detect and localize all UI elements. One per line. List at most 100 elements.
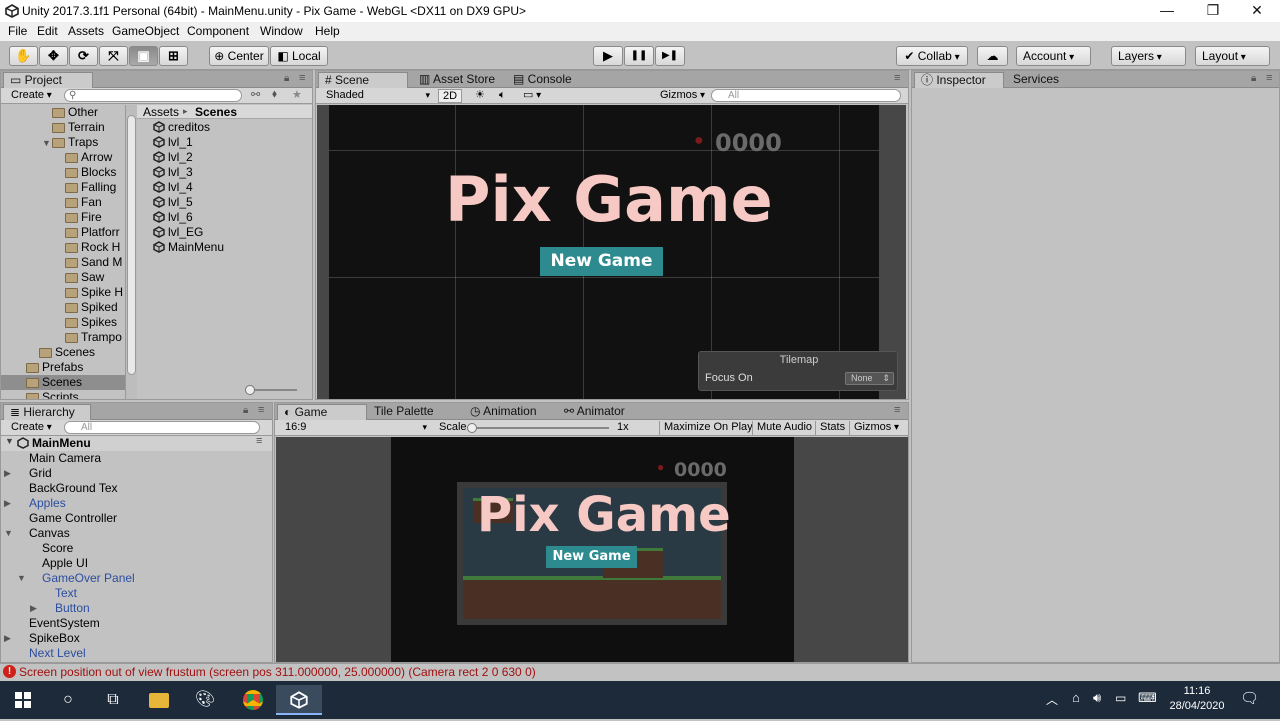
favorite-star-icon[interactable]: ★ — [292, 88, 302, 101]
hierarchy-item[interactable]: ▶ Grid — [4, 466, 52, 481]
panel-menu-icon[interactable]: ≡ — [1266, 72, 1272, 84]
hierarchy-item[interactable]: Score — [30, 541, 73, 556]
scene-menu-icon[interactable]: ≡ — [256, 435, 262, 447]
project-folder-item[interactable]: Saw — [1, 270, 125, 285]
stats-toggle[interactable]: Stats — [815, 421, 849, 435]
battery-icon[interactable]: ▭ — [1115, 691, 1126, 705]
tab-game[interactable]: ◐ Game — [277, 404, 367, 420]
new-game-button[interactable]: New Game — [546, 546, 637, 568]
expand-arrow-icon[interactable]: ▼ — [4, 526, 14, 541]
lock-icon[interactable]: 🔒︎ — [243, 405, 248, 416]
collab-dropdown[interactable]: ✔ Collab — [896, 46, 968, 66]
project-folder-item[interactable]: Scenes — [1, 345, 125, 360]
menu-window[interactable]: Window — [260, 24, 303, 38]
menu-gameobject[interactable]: GameObject — [112, 24, 179, 38]
network-icon[interactable]: ⌂ — [1072, 690, 1080, 705]
layout-dropdown[interactable]: Layout — [1195, 46, 1270, 66]
cloud-icon[interactable]: ☁ — [977, 46, 1008, 66]
scene-file-item[interactable]: lvl_4 — [153, 180, 193, 195]
filter-label-icon[interactable]: ⬧ — [272, 88, 277, 101]
pivot-local-button[interactable]: ◧ Local — [270, 46, 328, 66]
file-explorer-icon[interactable] — [136, 685, 182, 715]
project-folder-item[interactable]: Sand M — [1, 255, 125, 270]
clock[interactable]: 11:16 28/04/2020 — [1164, 684, 1230, 714]
project-folder-item[interactable]: Falling — [1, 180, 125, 195]
unity-taskbar-icon[interactable] — [276, 685, 322, 715]
project-folder-item[interactable]: Prefabs — [1, 360, 125, 375]
notifications-icon[interactable]: 🗨︎ — [1240, 689, 1259, 707]
scene-header-row[interactable]: ▼ MainMenu ≡ — [1, 435, 272, 451]
status-bar[interactable]: ! Screen position out of view frustum (s… — [0, 663, 1280, 681]
tab-scene[interactable]: # Scene — [318, 72, 408, 88]
expand-arrow-icon[interactable]: ▼ — [42, 136, 52, 151]
project-create-button[interactable]: Create — [7, 89, 56, 103]
project-folder-item[interactable]: Fire — [1, 210, 125, 225]
hierarchy-item[interactable]: ▶ SpikeBox — [4, 631, 80, 646]
hand-tool-icon[interactable]: ✋ — [9, 46, 38, 66]
tab-project[interactable]: ▭ Project — [3, 72, 93, 88]
scene-file-item[interactable]: lvl_5 — [153, 195, 193, 210]
new-game-button[interactable]: New Game — [540, 247, 663, 276]
tab-services[interactable]: Services — [1007, 72, 1065, 88]
hierarchy-item[interactable]: ▶ Apples — [4, 496, 66, 511]
hierarchy-item[interactable]: EventSystem — [17, 616, 100, 631]
maximize-button[interactable]: ❐ — [1190, 0, 1236, 22]
hierarchy-item[interactable]: Text — [43, 586, 77, 601]
scene-file-item[interactable]: lvl_EG — [153, 225, 203, 240]
hierarchy-item[interactable]: ▼ Canvas — [4, 526, 70, 541]
hierarchy-search-input[interactable]: All — [64, 421, 260, 434]
chrome-icon[interactable] — [230, 685, 276, 715]
expand-arrow-icon[interactable]: ▼ — [5, 436, 14, 446]
project-folder-item[interactable]: Terrain — [1, 120, 125, 135]
project-folder-item[interactable]: ▼ Traps — [1, 135, 125, 151]
tab-tile-palette[interactable]: Tile Palette — [368, 404, 440, 420]
keyboard-icon[interactable]: ⌨ — [1138, 690, 1157, 706]
minimize-button[interactable]: — — [1144, 0, 1190, 22]
menu-component[interactable]: Component — [187, 24, 249, 38]
hierarchy-item[interactable]: Main Camera — [17, 451, 101, 466]
lock-icon[interactable]: 🔒︎ — [284, 73, 289, 84]
transform-tool-icon[interactable]: ⊞ — [159, 46, 188, 66]
focus-on-dropdown[interactable]: None ⇕ — [845, 372, 894, 385]
audio-toggle-icon[interactable]: 🔈︎ — [495, 89, 510, 103]
menu-edit[interactable]: Edit — [37, 24, 58, 38]
menu-assets[interactable]: Assets — [68, 24, 104, 38]
scene-file-item[interactable]: lvl_1 — [153, 135, 193, 150]
move-tool-icon[interactable]: ✥ — [39, 46, 68, 66]
expand-arrow-icon[interactable]: ▶ — [4, 631, 14, 646]
layers-dropdown[interactable]: Layers — [1111, 46, 1186, 66]
scene-search-input[interactable]: All — [711, 89, 901, 102]
scrollbar-thumb[interactable] — [127, 115, 136, 375]
windows-start-icon[interactable] — [0, 685, 46, 715]
panel-menu-icon[interactable]: ≡ — [894, 404, 900, 416]
game-viewport[interactable]: ● 0000 Pix Game New Game — [276, 437, 908, 662]
tab-hierarchy[interactable]: ≣ Hierarchy — [3, 404, 91, 420]
tab-animation[interactable]: ◷ Animation — [464, 404, 543, 420]
panel-menu-icon[interactable]: ≡ — [894, 72, 900, 84]
icon-size-slider[interactable] — [245, 385, 297, 395]
panel-menu-icon[interactable]: ≡ — [258, 404, 264, 416]
panel-menu-icon[interactable]: ≡ — [299, 72, 305, 84]
scene-gizmos-dropdown[interactable]: Gizmos — [656, 89, 709, 103]
slider-knob[interactable] — [467, 423, 477, 433]
tray-chevron-up-icon[interactable]: ︿ — [1046, 691, 1058, 708]
hierarchy-item[interactable]: ▶ Button — [30, 601, 90, 616]
tab-console[interactable]: ▤ Console — [507, 72, 578, 88]
expand-arrow-icon[interactable]: ▶ — [4, 496, 14, 511]
expand-arrow-icon[interactable]: ▼ — [17, 571, 27, 586]
filter-type-icon[interactable]: ⚯ — [251, 88, 260, 101]
scene-file-item[interactable]: creditos — [153, 120, 210, 135]
rect-tool-icon[interactable]: ▣ — [129, 46, 158, 66]
hierarchy-create-button[interactable]: Create — [7, 421, 56, 435]
breadcrumb-scenes[interactable]: Scenes — [195, 105, 237, 119]
scene-file-item[interactable]: lvl_3 — [153, 165, 193, 180]
project-folder-item[interactable]: Platforr — [1, 225, 125, 240]
aspect-dropdown[interactable]: 16:9 ▾ — [281, 421, 429, 435]
maximize-on-play-toggle[interactable]: Maximize On Play — [659, 421, 757, 435]
game-gizmos-dropdown[interactable]: Gizmos — [849, 421, 903, 435]
task-view-icon[interactable]: ⧉ — [90, 685, 136, 715]
expand-arrow-icon[interactable]: ▶ — [4, 466, 14, 481]
lighting-toggle-icon[interactable]: ☀ — [471, 89, 489, 103]
hierarchy-item[interactable]: BackGround Tex — [17, 481, 118, 496]
rotate-tool-icon[interactable]: ⟳ — [69, 46, 98, 66]
